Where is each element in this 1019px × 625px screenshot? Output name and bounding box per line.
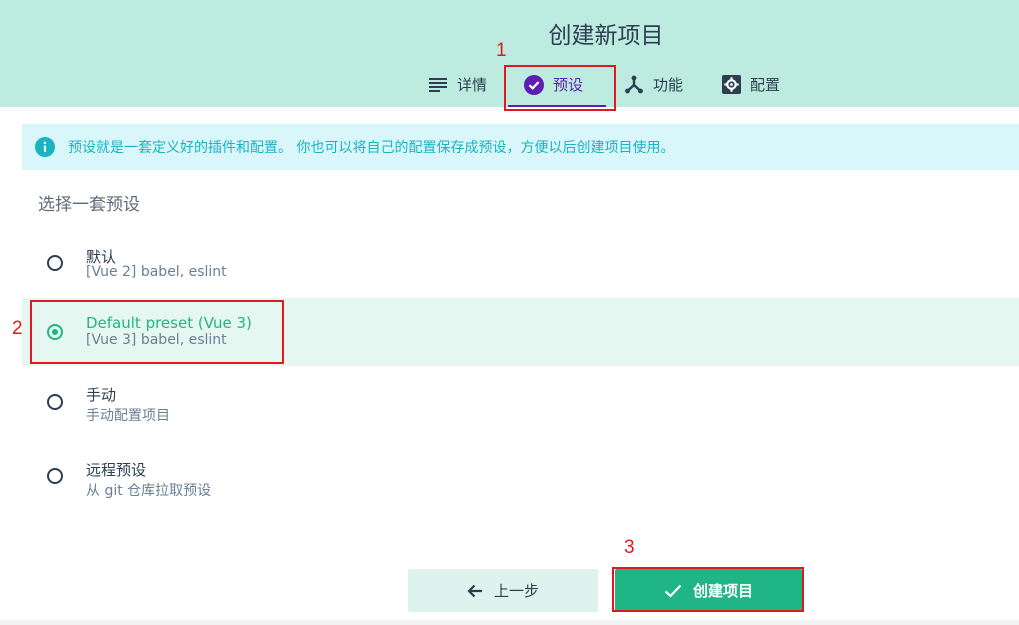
arrow-left-icon [467, 584, 483, 598]
annotation-number-1: 1 [496, 40, 507, 61]
preset-option-remote[interactable]: 远程预设 从 git 仓库拉取预设 [22, 442, 1019, 510]
tab-features[interactable]: 功能 [624, 62, 683, 107]
radio-button[interactable] [47, 255, 63, 271]
annotation-box-option [30, 300, 284, 364]
radio-button[interactable] [47, 468, 63, 484]
tab-features-label: 功能 [653, 76, 684, 94]
preset-option-default[interactable]: 默认 [Vue 2] babel, eslint [22, 229, 1019, 297]
list-icon [428, 75, 448, 95]
section-label: 选择一套预设 [38, 195, 140, 215]
tab-config[interactable]: 配置 [721, 62, 780, 107]
tab-details-label: 详情 [457, 76, 488, 94]
tab-config-label: 配置 [750, 76, 781, 94]
preset-name: 远程预设 [86, 461, 147, 479]
tab-details[interactable]: 详情 [428, 62, 487, 107]
gear-icon [721, 75, 741, 95]
preset-option-manual[interactable]: 手动 手动配置项目 [22, 368, 1019, 436]
page-title: 创建新项目 [548, 23, 664, 49]
annotation-number-2: 2 [12, 318, 23, 339]
preset-description: [Vue 2] babel, eslint [86, 264, 227, 280]
annotation-box-button [612, 567, 804, 612]
preset-description: 手动配置项目 [86, 408, 170, 424]
preset-name: 手动 [86, 386, 117, 404]
info-banner: 预设就是一套定义好的插件和配置。 你也可以将自己的配置保存成预设，方便以后创建项… [22, 124, 1019, 170]
info-icon [35, 137, 55, 157]
radio-button[interactable] [47, 394, 63, 410]
previous-button-label: 上一步 [493, 582, 539, 600]
info-text: 预设就是一套定义好的插件和配置。 你也可以将自己的配置保存成预设，方便以后创建项… [68, 140, 675, 156]
annotation-number-3: 3 [624, 537, 635, 558]
fork-icon [624, 75, 644, 95]
footer-divider [0, 620, 1019, 625]
previous-button[interactable]: 上一步 [408, 569, 598, 612]
preset-description: 从 git 仓库拉取预设 [86, 483, 212, 499]
annotation-box-tab [504, 65, 616, 111]
